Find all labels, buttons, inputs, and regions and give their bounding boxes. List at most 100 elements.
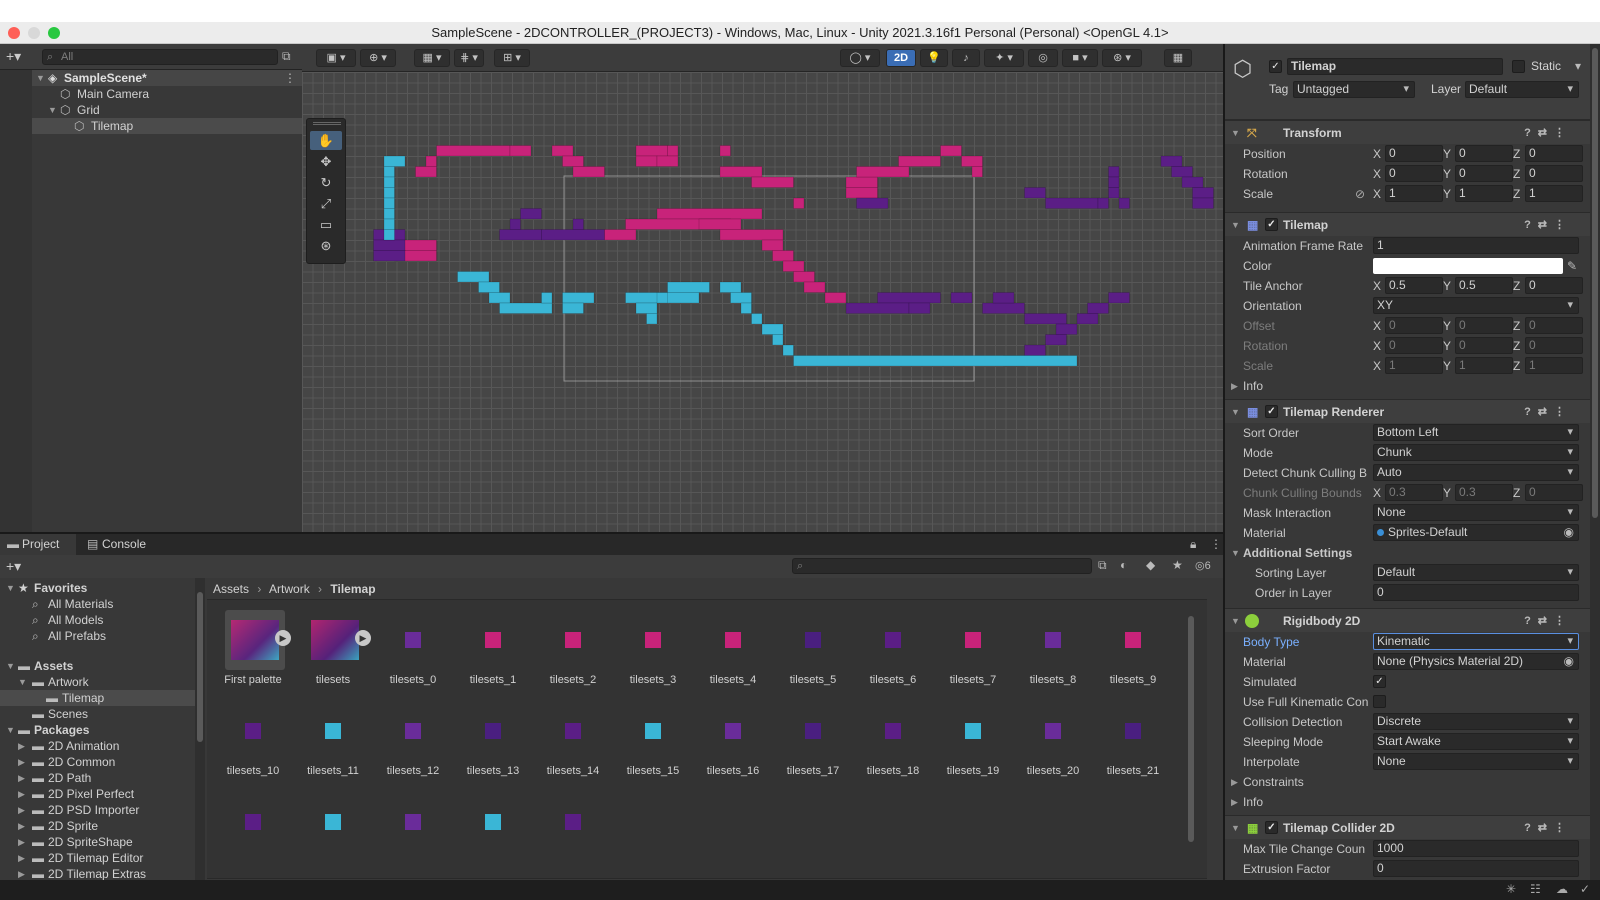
component-actions-icons[interactable]: ?⇄⋮ [1524,816,1572,840]
component-actions-icons[interactable]: ?⇄⋮ [1524,121,1572,145]
favorite-all-prefabs[interactable]: ⌕ All Prefabs [0,628,195,644]
axis-z-field[interactable]: 0 [1525,337,1583,354]
asset-item[interactable]: tilesets_17 [773,701,853,793]
add-object-button[interactable]: +▾ [6,48,21,65]
tilemap-collider-component-header[interactable]: ▼ ▦ ✓ Tilemap Collider 2D ?⇄⋮ [1225,815,1600,839]
axis-y-field[interactable]: 0 [1455,165,1513,182]
asset-item[interactable]: tilesets_19 [933,701,1013,793]
hierarchy-item-grid[interactable]: ▼ ⬡ Grid [0,102,302,118]
asset-scrollbar[interactable] [1185,604,1197,860]
component-actions-icons[interactable]: ?⇄⋮ [1524,400,1572,424]
hand-tool-icon[interactable]: ✋ [310,131,342,150]
animation-frame-rate-field[interactable]: 1 [1373,237,1579,254]
axis-x-field[interactable]: 1 [1385,357,1443,374]
axis-x-field[interactable]: 0.3 [1385,484,1443,501]
asset-scrollbar-thumb[interactable] [1188,616,1194,842]
folder-scrollbar[interactable] [195,578,205,900]
expand-triangle-icon[interactable]: ▼ [36,70,45,86]
axis-y-field[interactable]: 0 [1455,317,1513,334]
expand-triangle-icon[interactable]: ▼ [1231,543,1240,563]
axis-y-field[interactable]: 0.5 [1455,277,1513,294]
axis-x-field[interactable]: 1 [1385,185,1443,202]
additional-settings-foldout[interactable]: ▼ Additional Settings [1225,543,1590,563]
expand-triangle-icon[interactable]: ▼ [1231,121,1240,145]
asset-item[interactable]: tilesets_0 [373,610,453,702]
expand-triangle-icon[interactable]: ▶ [18,818,25,834]
tab-console[interactable]: ▤ Console [80,534,160,555]
axis-z-field[interactable]: 0 [1525,317,1583,334]
grid-snap-button[interactable]: ▦ ▾ [414,49,450,67]
package-folder[interactable]: ▶ ▬ 2D Tilemap Editor [0,850,195,866]
axis-z-field[interactable]: 0 [1525,165,1583,182]
asset-item[interactable]: ▶ First palette [213,610,293,702]
breadcrumb-assets[interactable]: Assets [213,582,249,596]
kebab-menu-icon[interactable]: ⋮ [284,70,296,86]
extrusion-factor-field[interactable]: 0 [1373,860,1579,877]
axis-z-field[interactable]: 1 [1525,357,1583,374]
increment-snap-button[interactable]: ⋕ ▾ [454,49,484,67]
axis-x-field[interactable]: 0.5 [1385,277,1443,294]
component-actions-icons[interactable]: ?⇄⋮ [1524,213,1572,237]
active-checkbox[interactable]: ✓ [1269,60,1282,73]
mode-dropdown[interactable]: Chunk [1373,444,1579,461]
expand-triangle-icon[interactable]: ▼ [18,674,27,690]
asset-item[interactable]: tilesets_8 [1013,610,1093,702]
interpolate-dropdown[interactable]: None [1373,753,1579,770]
expand-triangle-icon[interactable]: ▼ [1231,816,1240,840]
sorting-layer-dropdown[interactable]: Default [1373,564,1579,581]
asset-item[interactable]: tilesets_3 [613,610,693,702]
asset-item[interactable]: tilesets_13 [453,701,533,793]
search-by-label-icon[interactable]: ◐ [1120,558,1127,572]
asset-item[interactable]: tilesets_5 [773,610,853,702]
layer-dropdown[interactable]: Default [1465,81,1579,98]
checkmark-icon[interactable]: ✓ [1580,882,1590,896]
kebab-menu-icon[interactable]: ⋮ [1210,537,1222,551]
move-tool-icon[interactable]: ✥ [310,152,342,171]
debug-icon[interactable]: ✳ [1506,882,1516,896]
gizmos-dropdown[interactable]: ⊛ ▾ [1102,49,1142,67]
asset-item[interactable] [533,792,613,884]
axis-y-field[interactable]: 0.3 [1455,484,1513,501]
foldout[interactable]: ▶ Info [1225,792,1590,812]
hierarchy-search-input[interactable]: ⌕ All [42,49,278,65]
material-field[interactable]: Sprites-Default ◉ [1373,524,1579,541]
favorite-star-icon[interactable]: ★ [1172,558,1183,572]
axis-z-field[interactable]: 0 [1525,277,1583,294]
expand-triangle-icon[interactable]: ▶ [18,786,25,802]
package-folder[interactable]: ▶ ▬ 2D SpriteShape [0,834,195,850]
hidden-packages-toggle[interactable]: ◎6 [1195,559,1211,572]
grid-visibility-icon[interactable]: ▦ [1164,49,1192,67]
assets-header[interactable]: ▼ ▬ Assets [0,658,195,674]
rect-tool-icon[interactable]: ▭ [310,215,342,234]
2d-mode-toggle[interactable]: 2D [886,49,916,67]
asset-item[interactable] [213,792,293,884]
effects-dropdown[interactable]: ✦ ▾ [984,49,1024,67]
asset-item[interactable]: tilesets_9 [1093,610,1173,702]
asset-item[interactable]: tilesets_11 [293,701,373,793]
breadcrumb-artwork[interactable]: Artwork [269,582,310,596]
expand-triangle-icon[interactable]: ▼ [6,658,15,674]
expand-triangle-icon[interactable]: ▶ [18,770,25,786]
hidden-objects-icon[interactable]: ◎ [1028,49,1058,67]
folder-tilemap[interactable]: ▬ Tilemap [0,690,195,706]
audio-toggle-icon[interactable]: ♪ [952,49,980,67]
create-asset-button[interactable]: +▾ [6,558,21,575]
expand-triangle-icon[interactable]: ▶ [1231,376,1238,396]
expand-triangle-icon[interactable]: ▼ [6,722,15,738]
package-folder[interactable]: ▶ ▬ 2D Common [0,754,195,770]
asset-item[interactable]: tilesets_14 [533,701,613,793]
inspector-scrollbar-thumb[interactable] [1592,48,1598,518]
asset-item[interactable]: tilesets_1 [453,610,533,702]
component-enabled-checkbox[interactable]: ✓ [1265,405,1278,418]
detect-chunk-culling-dropdown[interactable]: Auto [1373,464,1579,481]
axis-x-field[interactable]: 0 [1385,145,1443,162]
breadcrumb-tilemap[interactable]: Tilemap [330,582,375,596]
cloud-icon[interactable]: ☁ [1556,882,1568,896]
axis-x-field[interactable]: 0 [1385,337,1443,354]
collab-icon[interactable]: ☷ [1530,882,1541,896]
expand-triangle-icon[interactable]: ▼ [1231,400,1240,424]
axis-z-field[interactable]: 1 [1525,185,1583,202]
lighting-toggle-icon[interactable]: 💡 [920,49,948,67]
folder-artwork[interactable]: ▼ ▬ Artwork [0,674,195,690]
asset-item[interactable]: tilesets_16 [693,701,773,793]
